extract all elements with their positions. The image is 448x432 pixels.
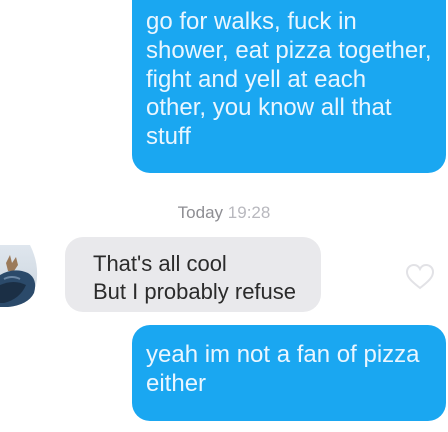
message-timestamp: Today 19:28 [0, 203, 448, 223]
sent-message-bubble[interactable]: yeah im not a fan of pizza either [132, 325, 446, 421]
sent-message-text: go for walks, fuck in shower, eat pizza … [146, 8, 432, 151]
chat-thread: go for walks, fuck in shower, eat pizza … [0, 0, 448, 432]
timestamp-day: Today [177, 203, 224, 222]
profile-photo [0, 245, 38, 307]
heart-icon[interactable] [405, 262, 435, 292]
received-message-line: That's all cool [93, 251, 227, 276]
sent-message-bubble[interactable]: go for walks, fuck in shower, eat pizza … [132, 0, 446, 173]
sent-message-text: yeah im not a fan of pizza either [146, 341, 420, 397]
avatar[interactable] [0, 245, 52, 307]
received-message-line: But I probably refuse [93, 278, 297, 304]
timestamp-time: 19:28 [227, 203, 271, 222]
received-message-bubble[interactable]: That's all cool But I probably refuse [65, 237, 321, 312]
heart-outline-icon [405, 263, 435, 290]
